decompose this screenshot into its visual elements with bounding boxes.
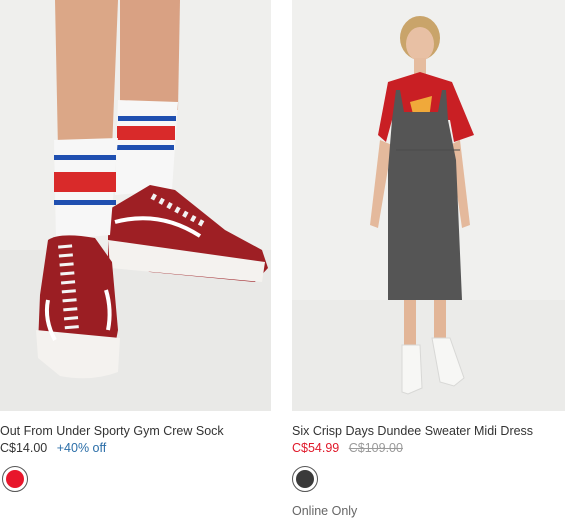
price-row: C$14.00 +40% off xyxy=(0,440,271,456)
color-swatch-charcoal[interactable] xyxy=(292,466,318,492)
sale-price: C$54.99 xyxy=(292,441,340,455)
sneaker-sock-illustration xyxy=(0,0,271,411)
original-price: C$109.00 xyxy=(348,441,403,455)
online-only-label: Online Only xyxy=(292,504,358,518)
price-row: C$54.99 C$109.00 xyxy=(292,440,565,456)
dress-model-illustration xyxy=(292,0,565,411)
product-card-dress[interactable]: Six Crisp Days Dundee Sweater Midi Dress… xyxy=(292,0,565,518)
product-title[interactable]: Out From Under Sporty Gym Crew Sock xyxy=(0,423,271,439)
swatch-fill xyxy=(296,470,314,488)
product-image-sock[interactable] xyxy=(0,0,271,411)
swatch-fill xyxy=(6,470,24,488)
product-price: C$14.00 xyxy=(0,441,48,455)
color-swatch-red[interactable] xyxy=(2,466,28,492)
product-title[interactable]: Six Crisp Days Dundee Sweater Midi Dress xyxy=(292,423,565,439)
product-image-dress[interactable] xyxy=(292,0,565,411)
discount-badge: +40% off xyxy=(56,441,107,455)
product-card-sock[interactable]: Out From Under Sporty Gym Crew Sock C$14… xyxy=(0,0,271,492)
